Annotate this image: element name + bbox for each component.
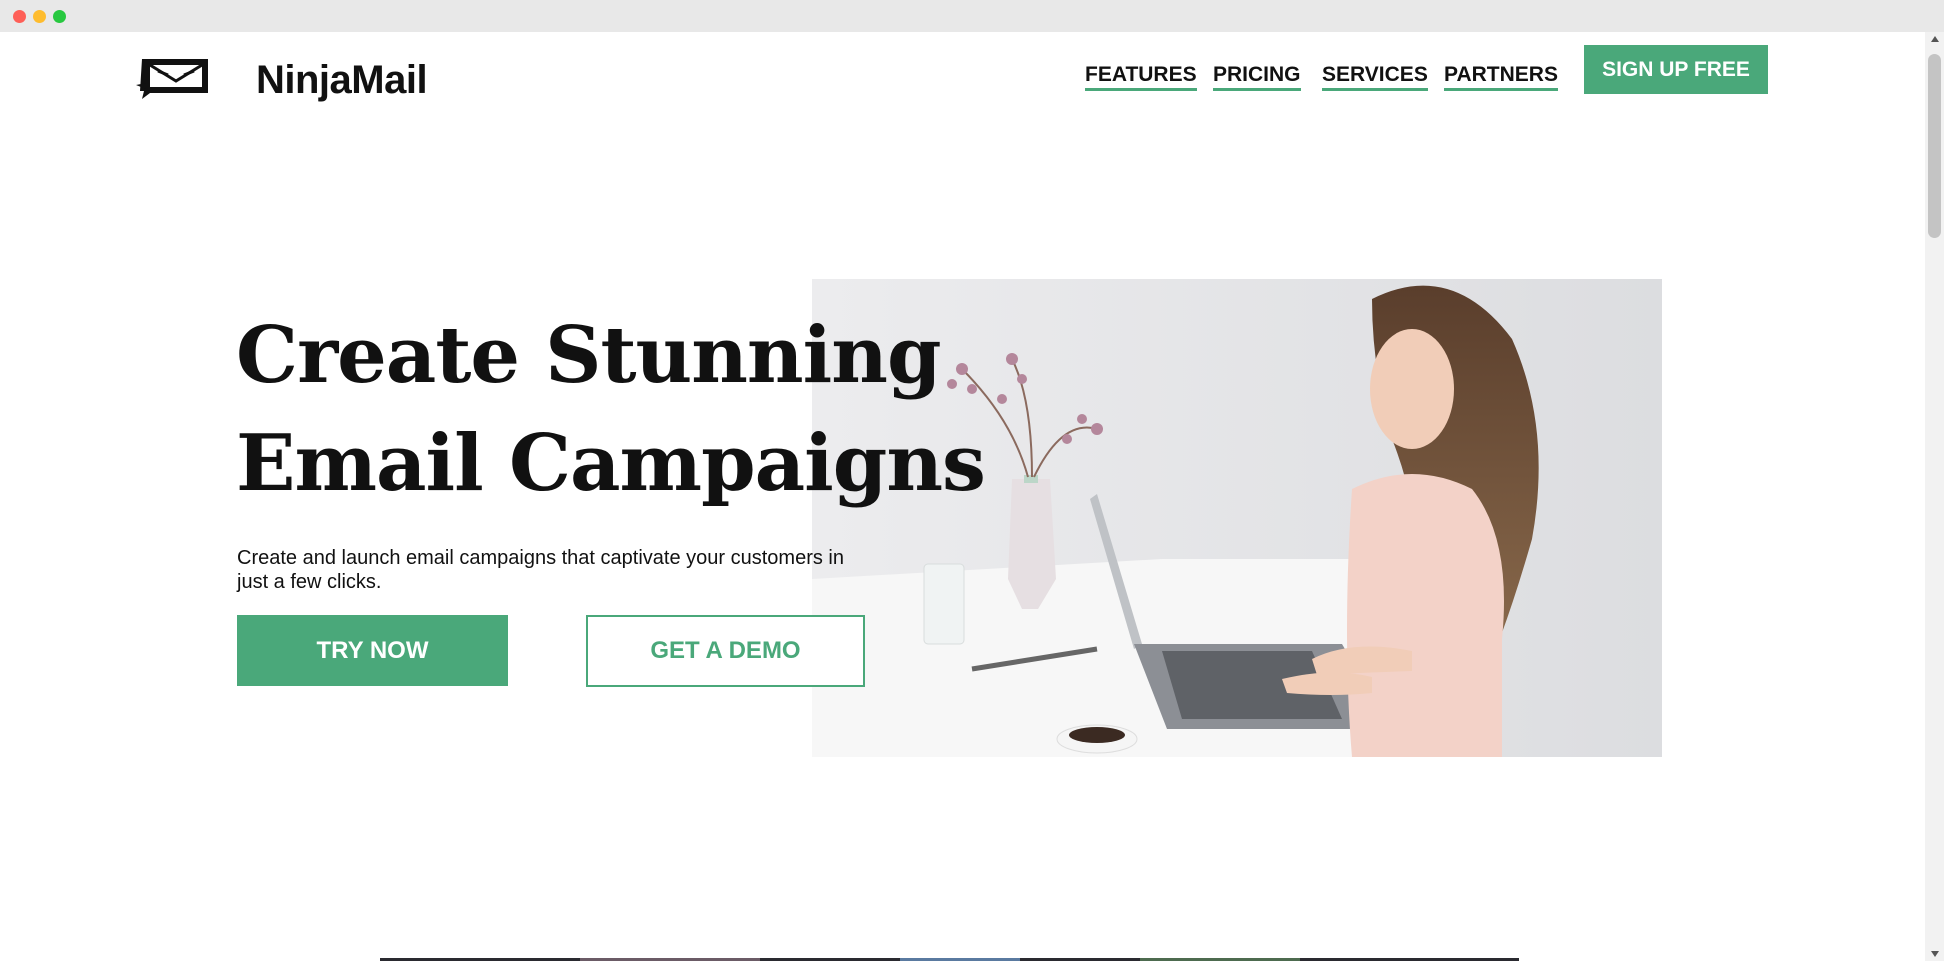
nav-pricing-link[interactable]: PRICING xyxy=(1213,63,1301,91)
nav-features-link[interactable]: FEATURES xyxy=(1085,63,1197,91)
next-section-image xyxy=(380,953,1519,961)
brand-name[interactable]: NinjaMail xyxy=(256,58,428,103)
scroll-up-arrow-icon[interactable] xyxy=(1931,36,1939,42)
scroll-thumb[interactable] xyxy=(1928,54,1941,238)
nav-partners-link[interactable]: PARTNERS xyxy=(1444,63,1558,91)
nav-services-link[interactable]: SERVICES xyxy=(1322,63,1428,91)
maximize-window-button[interactable] xyxy=(53,10,66,23)
window-titlebar xyxy=(0,0,1944,32)
hero-title: Create Stunning Email Campaigns xyxy=(236,302,986,518)
minimize-window-button[interactable] xyxy=(33,10,46,23)
try-now-button[interactable]: TRY NOW xyxy=(237,615,508,686)
ninja-envelope-icon[interactable] xyxy=(136,55,212,101)
signup-button[interactable]: SIGN UP FREE xyxy=(1584,45,1768,94)
get-demo-button[interactable]: GET A DEMO xyxy=(586,615,865,687)
hero-title-line-1: Create Stunning xyxy=(236,310,942,401)
page-scrollbar[interactable] xyxy=(1925,32,1944,961)
scroll-down-arrow-icon[interactable] xyxy=(1931,951,1939,957)
close-window-button[interactable] xyxy=(13,10,26,23)
hero-subtitle: Create and launch email campaigns that c… xyxy=(237,547,844,593)
hero-title-line-2: Email Campaigns xyxy=(236,418,986,509)
